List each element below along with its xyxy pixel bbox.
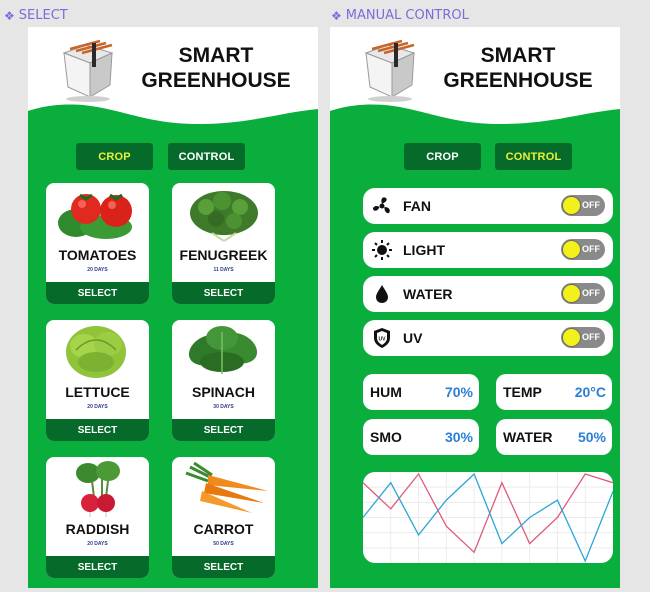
raddish-image [76, 461, 120, 517]
toggle-state: OFF [582, 288, 600, 298]
control-label: LIGHT [403, 242, 445, 258]
app-title-line2: GREENHOUSE [141, 69, 291, 92]
metric-water: WATER 50% [496, 419, 612, 455]
app-header: SMART GREENHOUSE [330, 27, 620, 137]
sensor-chart [363, 472, 613, 563]
tab-crop[interactable]: CROP [404, 143, 481, 170]
spinach-image [188, 326, 258, 374]
toggle-state: OFF [582, 332, 600, 342]
metric-soil-moisture: SMO 30% [363, 419, 479, 455]
uv-shield-icon: UV [374, 328, 390, 348]
control-row-fan: FAN OFF [363, 188, 613, 224]
fan-icon [373, 197, 390, 214]
metric-value: 20°C [574, 384, 606, 400]
tomatoes-image [58, 193, 132, 239]
component-icon: ❖ [4, 8, 15, 23]
control-row-uv: UV UV OFF [363, 320, 613, 356]
fan-toggle[interactable]: OFF [561, 195, 605, 216]
crop-days: 50 DAYS [213, 541, 234, 547]
crop-name: CARROT [193, 521, 254, 537]
lettuce-image [66, 326, 126, 378]
crop-name: TOMATOES [58, 247, 137, 263]
crop-name: SPINACH [191, 384, 255, 400]
tab-crop[interactable]: CROP [76, 143, 153, 170]
metric-value: 70% [444, 384, 473, 400]
crop-card-tomatoes: TOMATOES 20 DAYS SELECT [46, 183, 149, 304]
app-header: SMART GREENHOUSE [28, 27, 318, 137]
metric-value: 30% [444, 429, 473, 445]
app-title-line1: SMART [178, 44, 254, 67]
crop-name: LETTUCE [65, 384, 130, 400]
crop-name: RADDISH [65, 521, 130, 537]
manual-control-screen: SMART GREENHOUSE CROP CONTROL FAN OFF LI… [330, 27, 620, 588]
toggle-knob [562, 284, 581, 303]
uv-toggle[interactable]: OFF [561, 327, 605, 348]
select-button[interactable]: SELECT [46, 556, 149, 578]
tab-control[interactable]: CONTROL [168, 143, 245, 170]
toggle-knob [562, 328, 581, 347]
metric-humidity: HUM 70% [363, 374, 479, 410]
frame-label-manual-control: ❖ MANUAL CONTROL [331, 8, 469, 23]
tab-control[interactable]: CONTROL [495, 143, 572, 170]
greenhouse-logo-icon [62, 39, 114, 102]
select-button[interactable]: SELECT [46, 419, 149, 441]
app-title: SMART GREENHOUSE [428, 43, 608, 93]
control-row-water: WATER OFF [363, 276, 613, 312]
app-title-line1: SMART [480, 44, 556, 67]
frame-title: SELECT [18, 8, 68, 23]
select-screen: SMART GREENHOUSE CROP CONTROL TOMATOES 2… [28, 27, 318, 588]
crop-card-lettuce: LETTUCE 20 DAYS SELECT [46, 320, 149, 441]
select-button[interactable]: SELECT [172, 419, 275, 441]
metric-label: WATER [503, 429, 553, 445]
component-icon: ❖ [331, 8, 342, 23]
select-button[interactable]: SELECT [172, 282, 275, 304]
toggle-knob [562, 240, 581, 259]
carrot-image [185, 461, 268, 513]
line-chart [363, 472, 613, 563]
select-button[interactable]: SELECT [46, 282, 149, 304]
app-title: SMART GREENHOUSE [126, 43, 306, 93]
crop-card-fenugreek: FENUGREEK 11 DAYS SELECT [172, 183, 275, 304]
water-drop-icon [376, 285, 388, 303]
control-label: WATER [403, 286, 453, 302]
crop-card-carrot: CARROT 50 DAYS SELECT [172, 457, 275, 578]
crop-card-raddish: RADDISH 20 DAYS SELECT [46, 457, 149, 578]
fenugreek-image [190, 191, 258, 242]
sun-icon [372, 240, 392, 260]
crop-days: 20 DAYS [87, 404, 108, 410]
frame-label-select: ❖ SELECT [4, 8, 68, 23]
control-label: UV [403, 330, 423, 346]
light-toggle[interactable]: OFF [561, 239, 605, 260]
toggle-knob [562, 196, 581, 215]
greenhouse-logo-icon [364, 39, 416, 102]
crop-days: 20 DAYS [87, 267, 108, 273]
select-button[interactable]: SELECT [172, 556, 275, 578]
frame-title: MANUAL CONTROL [345, 8, 469, 23]
metric-temperature: TEMP 20°C [496, 374, 612, 410]
svg-text:UV: UV [379, 337, 387, 343]
crop-card-spinach: SPINACH 30 DAYS SELECT [172, 320, 275, 441]
crop-days: 30 DAYS [213, 404, 234, 410]
metric-label: HUM [370, 384, 402, 400]
control-row-light: LIGHT OFF [363, 232, 613, 268]
metric-value: 50% [577, 429, 606, 445]
water-toggle[interactable]: OFF [561, 283, 605, 304]
crop-name: FENUGREEK [179, 247, 268, 263]
toggle-state: OFF [582, 244, 600, 254]
metric-label: SMO [370, 429, 402, 445]
control-label: FAN [403, 198, 431, 214]
toggle-state: OFF [582, 200, 600, 210]
crop-days: 11 DAYS [213, 267, 234, 273]
app-title-line2: GREENHOUSE [443, 69, 593, 92]
crop-days: 20 DAYS [87, 541, 108, 547]
metric-label: TEMP [503, 384, 542, 400]
